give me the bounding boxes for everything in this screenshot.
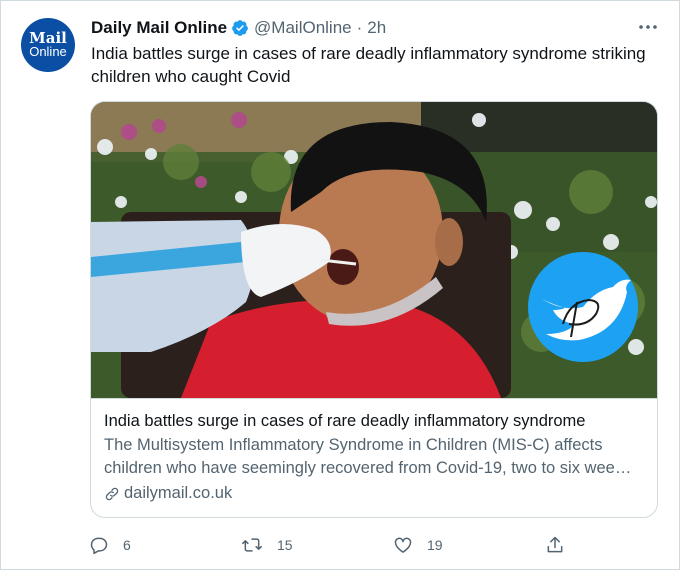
retweet-count: 15 [277, 537, 293, 553]
tweet-header: Daily Mail Online @MailOnline · 2h [91, 17, 386, 39]
card-title: India battles surge in cases of rare dea… [104, 412, 586, 430]
like-count: 19 [427, 537, 443, 553]
card-image[interactable] [91, 102, 657, 398]
card-domain-text: dailymail.co.uk [124, 484, 233, 502]
tweet-text: India battles surge in cases of rare dea… [91, 44, 646, 86]
account-handle[interactable]: @MailOnline [254, 18, 352, 38]
like-button[interactable]: 19 [393, 531, 443, 559]
retweet-icon [242, 538, 262, 552]
avatar-text-line2: Online [29, 44, 67, 59]
link-icon [105, 487, 119, 500]
avatar[interactable]: Mail Online [21, 18, 75, 72]
tweet-container: Mail Online Daily Mail Online @MailOnlin… [0, 0, 680, 570]
card-description: The Multisystem Inflammatory Syndrome in… [104, 436, 632, 477]
reply-icon [90, 537, 108, 555]
share-icon [547, 536, 563, 553]
retweet-button[interactable]: 15 [241, 531, 293, 559]
tweet-timestamp[interactable]: 2h [367, 18, 386, 38]
account-name[interactable]: Daily Mail Online [91, 18, 227, 38]
reply-count: 6 [123, 537, 131, 553]
time-separator: · [356, 18, 363, 37]
watermark-bird-icon [528, 252, 638, 362]
link-card[interactable]: India battles surge in cases of rare dea… [90, 101, 658, 518]
reply-button[interactable]: 6 [89, 531, 131, 559]
avatar-text-line1: Mail [29, 29, 67, 47]
card-domain: dailymail.co.uk [104, 484, 644, 503]
action-bar: 6 15 19 [89, 531, 579, 559]
share-button[interactable] [545, 531, 565, 559]
like-icon [394, 537, 412, 553]
verified-badge-icon [231, 19, 249, 37]
card-body[interactable]: India battles surge in cases of rare dea… [91, 398, 657, 517]
more-icon[interactable] [635, 17, 661, 37]
